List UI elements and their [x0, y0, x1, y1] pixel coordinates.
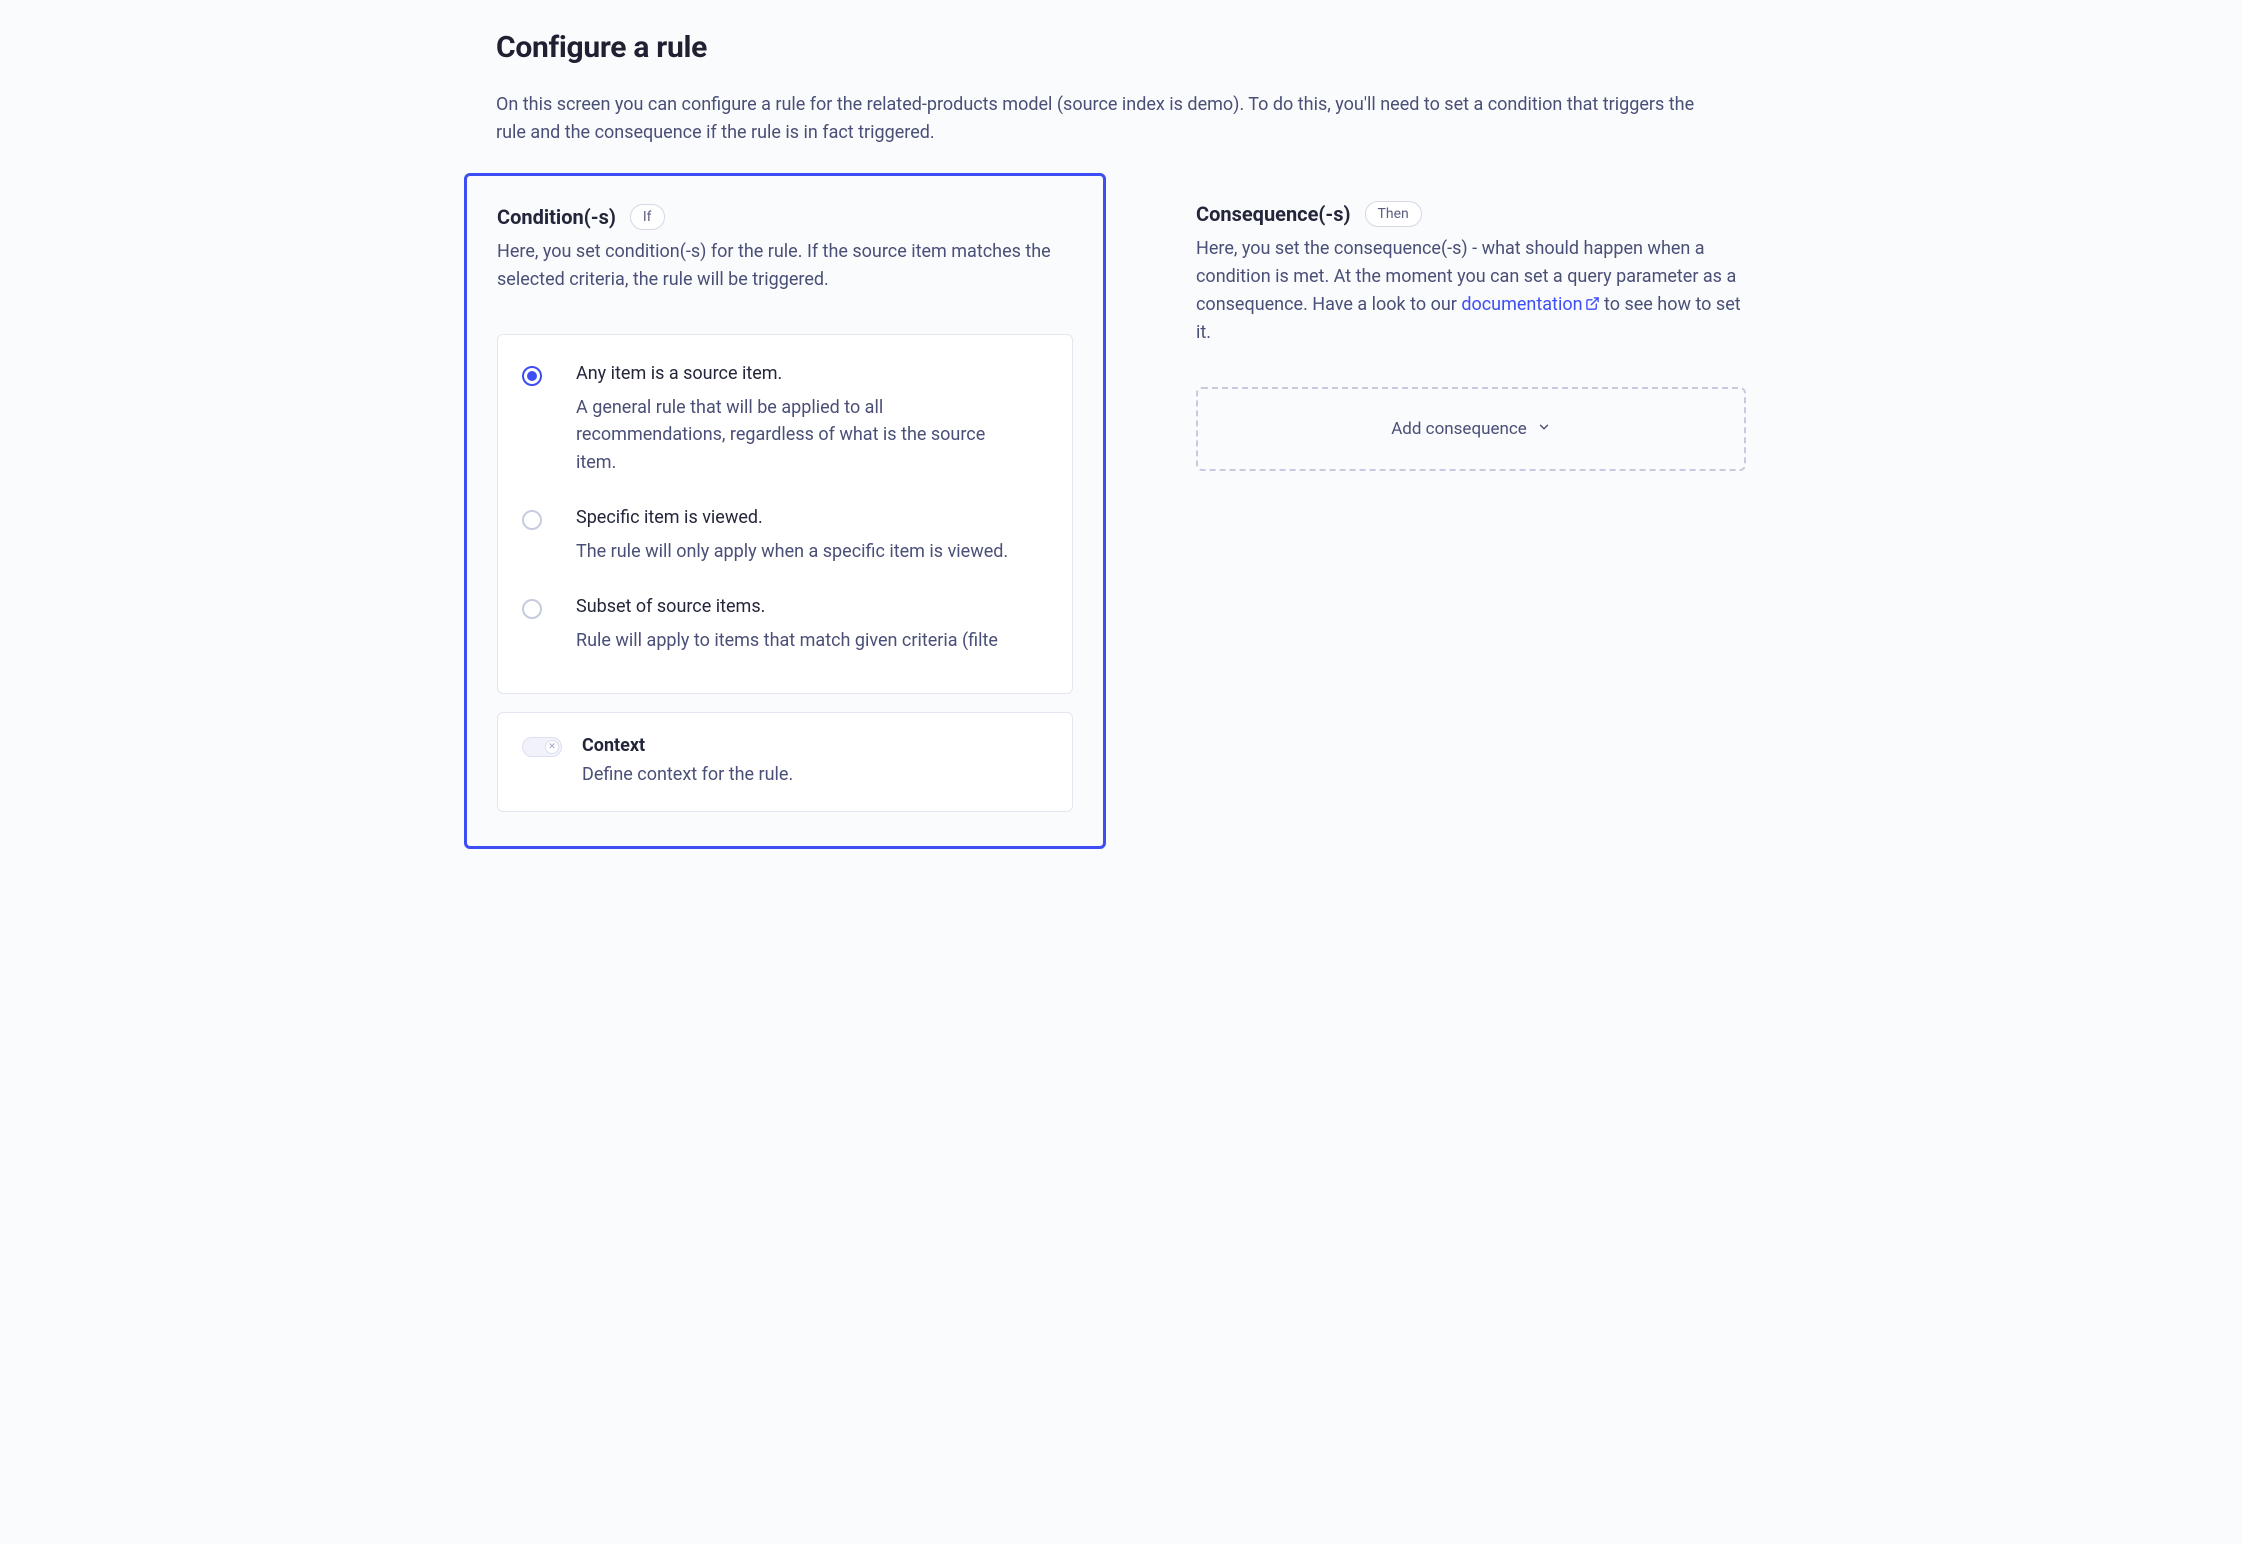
- add-consequence-label: Add consequence: [1391, 419, 1527, 439]
- condition-option-subset[interactable]: Subset of source items. Rule will apply …: [522, 596, 1048, 685]
- page-title: Configure a rule: [496, 30, 1746, 65]
- consequence-description: Here, you set the consequence(-s) - what…: [1196, 235, 1746, 348]
- context-desc: Define context for the rule.: [582, 764, 1048, 785]
- condition-option-any[interactable]: Any item is a source item. A general rul…: [522, 363, 1048, 508]
- consequence-then-pill: Then: [1365, 201, 1422, 227]
- add-consequence-button[interactable]: Add consequence: [1196, 387, 1746, 471]
- chevron-down-icon: [1537, 419, 1551, 439]
- option-title: Subset of source items.: [576, 596, 1048, 617]
- option-title: Any item is a source item.: [576, 363, 1048, 384]
- condition-title: Condition(-s): [497, 205, 616, 229]
- condition-options-card: Any item is a source item. A general rul…: [497, 334, 1073, 694]
- radio-icon[interactable]: [522, 599, 542, 619]
- condition-if-pill: If: [630, 204, 665, 230]
- consequence-title: Consequence(-s): [1196, 202, 1351, 226]
- option-desc: Rule will apply to items that match give…: [576, 627, 1016, 655]
- page-description: On this screen you can configure a rule …: [496, 91, 1716, 147]
- external-link-icon: [1585, 292, 1600, 320]
- condition-option-specific[interactable]: Specific item is viewed. The rule will o…: [522, 507, 1048, 596]
- option-title: Specific item is viewed.: [576, 507, 1048, 528]
- condition-panel: Condition(-s) If Here, you set condition…: [464, 173, 1106, 849]
- option-desc: A general rule that will be applied to a…: [576, 394, 1016, 478]
- condition-description: Here, you set condition(-s) for the rule…: [497, 238, 1073, 294]
- documentation-link[interactable]: documentation: [1461, 294, 1599, 315]
- context-card: ✕ Context Define context for the rule.: [497, 712, 1073, 812]
- context-toggle[interactable]: ✕: [522, 737, 562, 757]
- radio-icon[interactable]: [522, 366, 542, 386]
- close-icon: ✕: [545, 740, 559, 754]
- option-desc: The rule will only apply when a specific…: [576, 538, 1016, 566]
- radio-icon[interactable]: [522, 510, 542, 530]
- context-title: Context: [582, 735, 1048, 756]
